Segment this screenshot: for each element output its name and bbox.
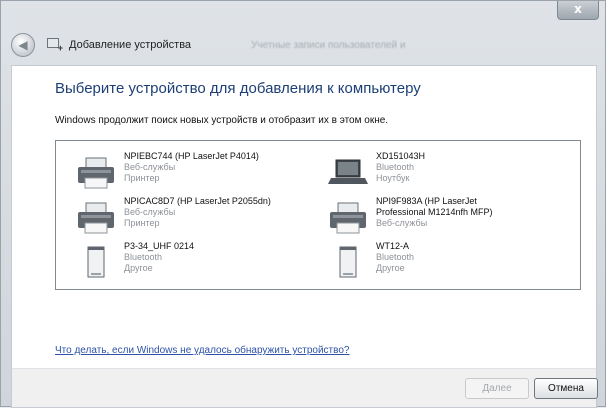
- device-name: NPI9F983A (HP LaserJet: [376, 196, 477, 206]
- device-detail: Веб-службы: [124, 207, 176, 217]
- device-type: Ноутбук: [376, 173, 410, 183]
- device-detail: Bluetooth: [124, 252, 163, 262]
- device-item[interactable]: NPICAC8D7 (HP LaserJet P2055dn) Веб-служ…: [76, 196, 306, 240]
- title-bar: ◀ + Добавление устройства Учетные записи…: [11, 25, 595, 65]
- printer-icon: [330, 202, 366, 234]
- device-type: Принтер: [124, 218, 160, 228]
- generic-device-icon: [87, 246, 105, 278]
- window-title-blurred: Учетные записи пользователей и: [251, 39, 406, 51]
- device-name: P3-34_UHF 0214: [124, 241, 195, 251]
- button-bar: Далее Отмена: [11, 368, 598, 408]
- device-item[interactable]: WT12-A Bluetooth Другое: [328, 241, 558, 285]
- device-detail: Bluetooth: [376, 252, 415, 262]
- instruction-text: Windows продолжит поиск новых устройств …: [55, 115, 389, 126]
- device-name: NPIEBC744 (HP LaserJet P4014): [124, 151, 259, 161]
- device-name: NPICAC8D7 (HP LaserJet P2055dn): [124, 196, 271, 206]
- device-item[interactable]: NPIEBC744 (HP LaserJet P4014) Веб-службы…: [76, 151, 306, 195]
- device-type: Другое: [124, 263, 153, 273]
- generic-device-icon: [339, 246, 357, 278]
- cancel-button[interactable]: Отмена: [534, 378, 598, 399]
- help-link[interactable]: Что делать, если Windows не удалось обна…: [55, 345, 349, 356]
- page-title: Выберите устройство для добавления к ком…: [55, 80, 421, 97]
- laptop-icon: [328, 159, 368, 184]
- device-name: WT12-A: [376, 241, 410, 251]
- device-type: Принтер: [124, 173, 160, 183]
- device-name: XD151043H: [376, 151, 426, 161]
- close-icon: x: [574, 2, 582, 16]
- printer-icon: [78, 202, 114, 234]
- back-button[interactable]: ◀: [11, 33, 35, 57]
- close-button[interactable]: x: [557, 1, 599, 20]
- window-title: Добавление устройства: [69, 39, 192, 51]
- device-item[interactable]: NPI9F983A (HP LaserJet Professional M121…: [328, 196, 568, 240]
- device-type: Другое: [376, 263, 405, 273]
- device-name-continued: Professional M1214nfh MFP): [376, 207, 493, 217]
- back-arrow-icon: ◀: [18, 38, 28, 52]
- content-area: Выберите устройство для добавления к ком…: [11, 65, 597, 368]
- device-detail: Bluetooth: [376, 162, 415, 172]
- device-item[interactable]: P3-34_UHF 0214 Bluetooth Другое: [76, 241, 306, 285]
- add-device-icon: +: [47, 38, 63, 53]
- add-device-window: x ◀ + Добавление устройства Учетные запи…: [0, 0, 606, 408]
- next-button[interactable]: Далее: [465, 378, 529, 399]
- printer-icon: [78, 157, 114, 189]
- device-item[interactable]: XD151043H Bluetooth Ноутбук: [328, 151, 558, 195]
- device-list: NPIEBC744 (HP LaserJet P4014) Веб-службы…: [55, 140, 581, 290]
- device-detail: Веб-службы: [376, 218, 428, 228]
- device-detail: Веб-службы: [124, 162, 176, 172]
